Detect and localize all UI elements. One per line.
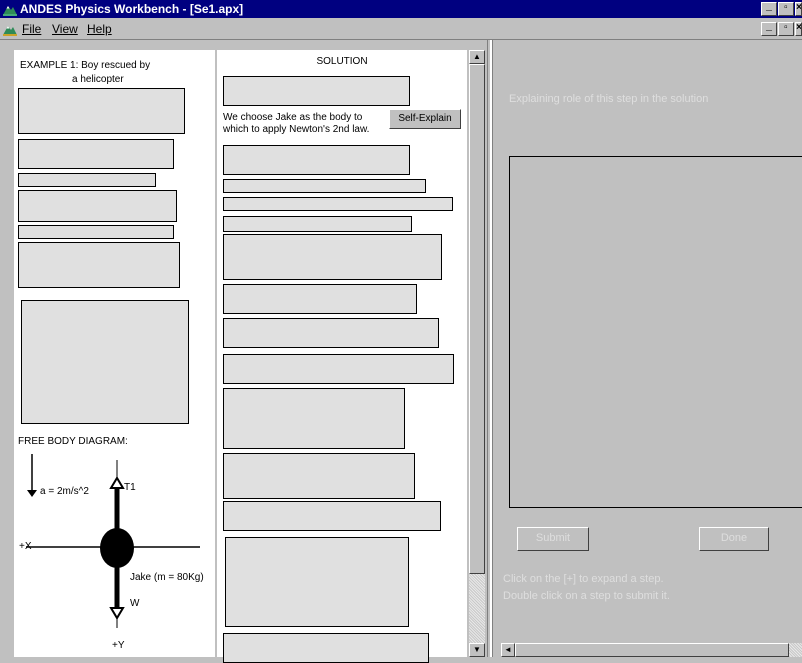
solution-step-text-1: We choose Jake as the body to: [223, 112, 363, 123]
solution-step-box[interactable]: [223, 354, 454, 384]
menu-bar: File View Help _ ▫ ×: [0, 18, 802, 40]
solution-step-box[interactable]: [223, 179, 426, 193]
solution-header: SOLUTION: [316, 56, 368, 67]
fbd-accel-label: a = 2m/s^2: [40, 486, 89, 497]
solution-step-box[interactable]: [223, 453, 415, 499]
hint-submit: Double click on a step to submit it.: [503, 590, 670, 602]
hscroll-thumb[interactable]: [515, 643, 789, 657]
explain-heading: Explaining role of this step in the solu…: [509, 93, 709, 105]
fbd-x-label: +X: [19, 541, 32, 552]
document-icon[interactable]: [3, 22, 17, 36]
minimize-button[interactable]: _: [761, 2, 777, 16]
solution-step-box[interactable]: [223, 145, 410, 175]
menu-view[interactable]: View: [52, 22, 78, 36]
solution-step-box[interactable]: [223, 234, 442, 280]
solution-step-box[interactable]: [223, 501, 441, 531]
solution-step-box[interactable]: [223, 284, 417, 314]
doc-close-button[interactable]: ×: [795, 22, 802, 36]
scroll-up-button[interactable]: ▲: [469, 50, 485, 64]
fbd-jake-label: Jake (m = 80Kg): [130, 572, 204, 583]
explain-list-area[interactable]: [509, 156, 802, 508]
menu-help[interactable]: Help: [87, 22, 112, 36]
fbd-t1-label: T1: [124, 482, 136, 493]
solution-step-box[interactable]: [223, 388, 405, 449]
solution-step-box[interactable]: [223, 76, 410, 106]
submit-button[interactable]: Submit: [517, 527, 589, 551]
solution-scrollbar[interactable]: ▲ ▼: [469, 50, 485, 657]
solution-step-box[interactable]: [223, 318, 439, 348]
menu-file[interactable]: File: [22, 22, 41, 36]
example-step-box[interactable]: [18, 88, 185, 134]
free-body-diagram: [26, 454, 200, 628]
done-button[interactable]: Done: [699, 527, 769, 551]
explain-pane: Explaining role of this step in the solu…: [493, 40, 802, 657]
maximize-button[interactable]: ▫: [778, 2, 794, 16]
solution-step-text-2: which to apply Newton's 2nd law.: [223, 124, 370, 135]
title-bar: ANDES Physics Workbench - [Se1.apx] _ ▫ …: [0, 0, 802, 18]
solution-step-box[interactable]: [225, 537, 409, 627]
fbd-y-label: +Y: [112, 640, 125, 651]
solution-step-box[interactable]: [223, 633, 429, 663]
scroll-thumb[interactable]: [469, 64, 485, 574]
example-step-box[interactable]: [18, 139, 174, 169]
fbd-w-label: W: [130, 598, 140, 609]
example-step-box[interactable]: [18, 242, 180, 288]
fbd-label: FREE BODY DIAGRAM:: [18, 436, 128, 447]
doc-minimize-button[interactable]: _: [761, 22, 777, 36]
scroll-left-button[interactable]: ◄: [501, 643, 515, 657]
example-step-box[interactable]: [18, 225, 174, 239]
hint-expand: Click on the [+] to expand a step.: [503, 573, 664, 585]
example-subtitle: a helicopter: [72, 74, 124, 85]
window-title: ANDES Physics Workbench - [Se1.apx]: [20, 2, 244, 16]
doc-restore-button[interactable]: ▫: [778, 22, 794, 36]
explain-hscrollbar[interactable]: ◄: [501, 643, 802, 657]
example-step-box[interactable]: [18, 173, 156, 187]
pane-divider: [487, 40, 488, 657]
example-pane: EXAMPLE 1: Boy rescued by a helicopter F…: [14, 50, 215, 657]
self-explain-button[interactable]: Self-Explain: [389, 109, 461, 129]
close-button[interactable]: ×: [795, 2, 802, 16]
example-figure-box[interactable]: [21, 300, 189, 424]
solution-step-box[interactable]: [223, 216, 412, 232]
solution-pane: SOLUTION We choose Jake as the body to w…: [217, 50, 467, 663]
example-step-box[interactable]: [18, 190, 177, 222]
solution-step-box[interactable]: [223, 197, 453, 211]
andes-app-icon: [3, 6, 17, 16]
example-title: EXAMPLE 1: Boy rescued by: [20, 60, 151, 71]
scroll-down-button[interactable]: ▼: [469, 643, 485, 657]
